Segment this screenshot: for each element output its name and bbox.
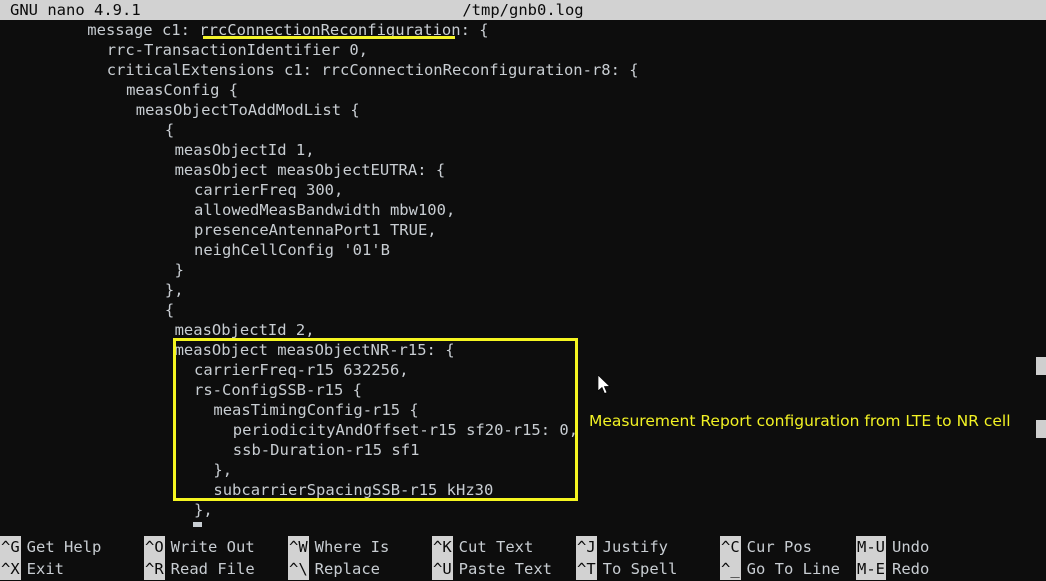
shortcut-label: Exit — [26, 560, 64, 578]
shortcut-label: Paste Text — [458, 560, 552, 578]
shortcut-label: Go To Line — [746, 560, 840, 578]
shortcut-key: ^R — [144, 558, 165, 580]
shortcut-column: ^G Get Help ^X Exit — [0, 536, 101, 580]
shortcut-key: ^W — [288, 536, 309, 558]
shortcut-label: To Spell — [602, 560, 678, 578]
shortcut-label: Write Out — [170, 538, 255, 556]
shortcut-key: M-E — [856, 558, 886, 580]
annotation-box — [173, 338, 578, 501]
shortcut-key: ^G — [0, 536, 21, 558]
code-line: { — [164, 121, 175, 139]
shortcut-label: Where Is — [314, 538, 390, 556]
shortcut-item[interactable]: M-E Redo — [856, 558, 929, 580]
shortcut-column: ^C Cur Pos ^_ Go To Line — [720, 536, 840, 580]
code-line: rrc-TransactionIdentifier 0, — [106, 41, 368, 59]
shortcut-label: Replace — [314, 560, 380, 578]
shortcut-label: Get Help — [26, 538, 102, 556]
shortcut-column: ^J Justify ^T To Spell — [576, 536, 677, 580]
open-filename: /tmp/gnb0.log — [462, 1, 584, 19]
shortcut-item[interactable]: ^R Read File — [144, 558, 255, 580]
shortcut-label: Justify — [602, 538, 668, 556]
code-line: { — [164, 301, 175, 319]
code-line: criticalExtensions c1: rrcConnectionReco… — [106, 61, 639, 79]
editor-text-area[interactable]: message c1: rrcConnectionReconfiguration… — [0, 20, 1046, 528]
nano-editor-window: GNU nano 4.9.1 /tmp/gnb0.log message c1:… — [0, 0, 1046, 581]
code-line: } — [174, 261, 184, 279]
shortcut-label: Undo — [892, 538, 930, 556]
shortcut-key: ^X — [0, 558, 21, 580]
shortcut-item[interactable]: ^G Get Help — [0, 536, 101, 558]
shortcut-key: M-U — [856, 536, 886, 558]
code-line: }, — [194, 501, 213, 519]
shortcut-item[interactable]: ^\ Replace — [288, 558, 389, 580]
shortcut-item[interactable]: ^T To Spell — [576, 558, 677, 580]
shortcut-key: ^K — [432, 536, 453, 558]
shortcut-label: Read File — [170, 560, 255, 578]
code-line: measObjectId 2, — [174, 321, 315, 339]
shortcut-item[interactable]: ^O Write Out — [144, 536, 255, 558]
shortcut-column: ^O Write Out ^R Read File — [144, 536, 255, 580]
shortcut-column: M-U Undo M-E Redo — [856, 536, 929, 580]
code-line: presenceAntennaPort1 TRUE, — [194, 221, 437, 239]
shortcut-help-bar: ^G Get Help ^X Exit ^O Write Out ^R Read File ^W… — [0, 536, 1046, 581]
shortcut-key: ^O — [144, 536, 165, 558]
shortcut-label: Cur Pos — [746, 538, 812, 556]
shortcut-item[interactable]: ^J Justify — [576, 536, 677, 558]
shortcut-key: ^\ — [288, 558, 309, 580]
annotation-label: Measurement Report configuration from LT… — [589, 412, 1011, 430]
shortcut-item[interactable]: ^X Exit — [0, 558, 101, 580]
code-line: }, — [164, 281, 184, 299]
shortcut-key: ^_ — [720, 558, 741, 580]
mouse-cursor-icon — [598, 375, 611, 395]
scroll-indicator-top[interactable] — [1036, 357, 1046, 375]
scroll-indicator-bottom[interactable] — [1036, 420, 1046, 438]
shortcut-key: ^T — [576, 558, 597, 580]
shortcut-item[interactable]: ^C Cur Pos — [720, 536, 840, 558]
shortcut-item[interactable]: M-U Undo — [856, 536, 929, 558]
shortcut-label: Redo — [892, 560, 930, 578]
shortcut-key: ^J — [576, 536, 597, 558]
text-caret — [193, 522, 202, 527]
shortcut-key: ^C — [720, 536, 741, 558]
titlebar: GNU nano 4.9.1 /tmp/gnb0.log — [0, 0, 1046, 20]
shortcut-column: ^K Cut Text ^U Paste Text — [432, 536, 552, 580]
code-line: allowedMeasBandwidth mbw100, — [194, 201, 456, 219]
code-line: carrierFreq 300, — [194, 181, 344, 199]
shortcut-key: ^U — [432, 558, 453, 580]
annotation-underline — [203, 36, 455, 39]
code-line: measObjectId 1, — [174, 141, 315, 159]
shortcut-item[interactable]: ^K Cut Text — [432, 536, 552, 558]
shortcut-item[interactable]: ^U Paste Text — [432, 558, 552, 580]
code-line: neighCellConfig '01'B — [194, 241, 390, 259]
code-line: measConfig { — [126, 81, 239, 99]
shortcut-item[interactable]: ^W Where Is — [288, 536, 389, 558]
code-line: measObject measObjectEUTRA: { — [174, 161, 446, 179]
code-line: measObjectToAddModList { — [135, 101, 360, 119]
shortcut-label: Cut Text — [458, 538, 534, 556]
shortcut-column: ^W Where Is ^\ Replace — [288, 536, 389, 580]
shortcut-item[interactable]: ^_ Go To Line — [720, 558, 840, 580]
